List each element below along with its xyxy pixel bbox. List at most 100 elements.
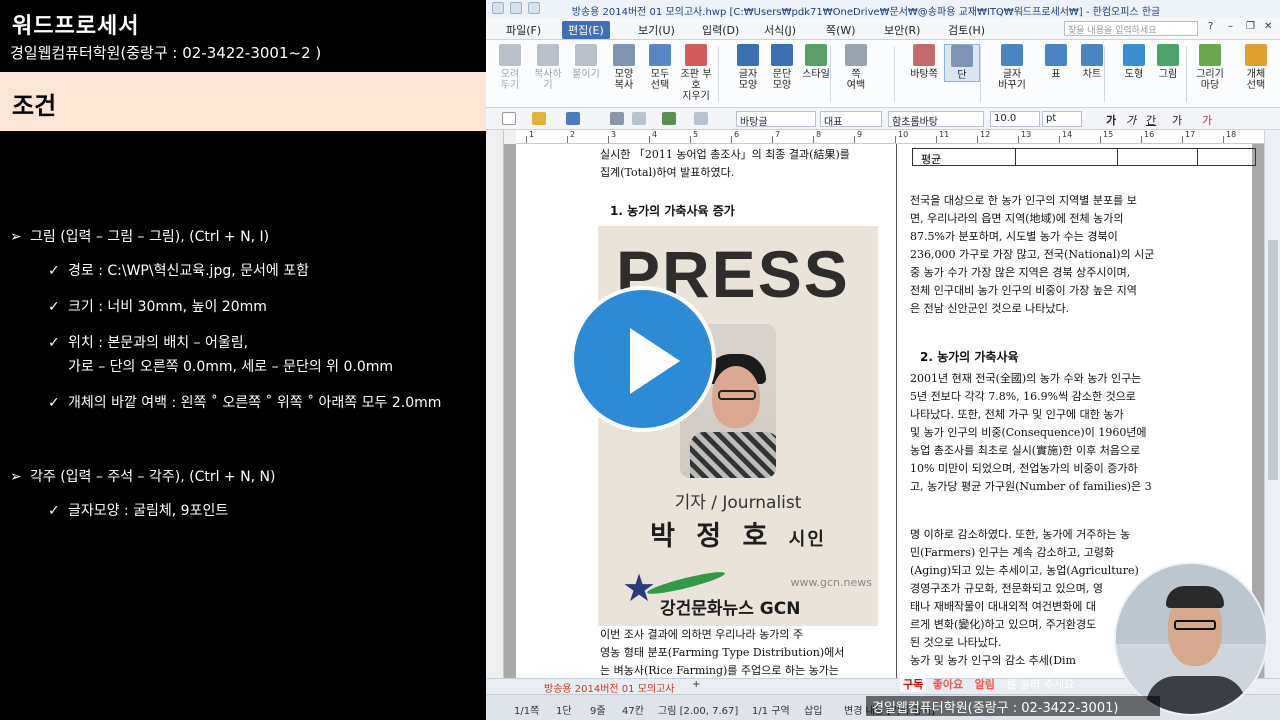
font-size-input[interactable]: 10.0 [990, 111, 1040, 127]
save-icon[interactable] [566, 112, 580, 125]
menu-review[interactable]: 검토(H) [942, 21, 991, 39]
ribbon-button-5[interactable]: 조판 부호 지우기 [678, 44, 714, 102]
screen: 워드프로세서 경일웹컴퓨터학원(중랑구 : 02-3422-3001~2 ) 조… [0, 0, 1280, 720]
ribbon-button-6[interactable]: 글자 모양 [730, 44, 766, 91]
subscribe-check[interactable]: 구독 [900, 676, 927, 692]
text-line: 236,000 가구로 가장 많고, 전국(National)의 시군 [910, 248, 1155, 261]
add-tab-button[interactable]: + [692, 679, 700, 690]
like-label[interactable]: 좋아요 [933, 678, 963, 691]
italic-button[interactable]: 가 [1126, 112, 1136, 128]
style-select[interactable]: 바탕글 [736, 111, 816, 127]
ribbon-icon [649, 44, 671, 66]
menu-page[interactable]: 쪽(W) [820, 21, 862, 39]
text-line: 민(Farmers) 인구는 계속 감소하고, 고령화 [910, 546, 1115, 559]
condition-sub-text: 크기 : 너비 30mm, 높이 20mm [68, 299, 267, 315]
underline-button[interactable]: 간 [1146, 112, 1156, 128]
ribbon-button-1[interactable]: 복사하기 [530, 44, 566, 91]
text-line: 영농 형태 분포(Farming Type Distribution)에서 [600, 646, 845, 659]
condition-sub-continuation: 가로 – 단의 오른쪽 0.0mm, 세로 – 문단의 위 0.0mm [68, 359, 394, 375]
ribbon-label: 도형 [1124, 69, 1144, 80]
bold-button[interactable]: 가 [1106, 112, 1116, 128]
ribbon-label: 조판 부호 지우기 [680, 69, 712, 102]
redo-icon[interactable] [528, 2, 540, 14]
print-icon[interactable] [610, 112, 624, 125]
vertical-scrollbar[interactable] [1264, 130, 1280, 678]
after-image-paragraph: 이번 조사 결과에 의하면 우리나라 농가의 주 영농 형태 분포(Farmin… [600, 626, 896, 678]
ribbon-icon [771, 44, 793, 66]
menu-file[interactable]: 파일(F) [500, 21, 547, 39]
condition-sub: ✓ 글자모양 : 굴림체, 9포인트 [10, 502, 486, 520]
undo-icon[interactable] [662, 112, 676, 125]
condition-item-footnote: ➢ 각주 (입력 – 주석 – 각주), (Ctrl + N, N) [10, 468, 486, 486]
subscribe-extra: 를 눌러 주세요 [1006, 678, 1075, 691]
ruler-tick [1059, 136, 1060, 143]
font-select[interactable]: 함초롬바탕 [888, 111, 984, 127]
status-insert-mode[interactable]: 삽입 [804, 702, 822, 717]
language-select[interactable]: 대표 [820, 111, 882, 127]
ruler-number: 13 [1021, 130, 1032, 139]
ribbon-label: 오려 두기 [500, 69, 520, 91]
ribbon-button-16[interactable]: 그림 [1150, 44, 1186, 80]
status-line: 9줄 [590, 706, 606, 717]
minimize-icon[interactable]: – [1228, 21, 1233, 32]
ribbon-button-15[interactable]: 도형 [1116, 44, 1152, 80]
ribbon-label: 개체 선택 [1246, 69, 1266, 91]
strike-button[interactable]: 가 [1172, 112, 1182, 128]
help-icon[interactable]: ? [1208, 21, 1213, 32]
ribbon-button-8[interactable]: 스타일 [798, 44, 834, 80]
horizontal-ruler[interactable]: 1 2 3 4 5 6 7 8 9 10 11 12 13 14 15 16 17 18 [516, 130, 1274, 144]
ribbon-icon [1157, 44, 1179, 66]
ribbon-button-3[interactable]: 모양 복사 [606, 44, 642, 91]
menu-security[interactable]: 보안(R) [878, 21, 926, 39]
restore-icon[interactable]: ❐ [1246, 21, 1255, 32]
undo-icon[interactable] [510, 2, 522, 14]
help-search-input[interactable]: 찾을 내용을 입력하세요 [1064, 21, 1198, 36]
video-play-button[interactable] [570, 286, 716, 432]
preview-icon[interactable] [632, 112, 646, 125]
press-role: 기자 / Journalist [674, 493, 802, 513]
ruler-number: 16 [1144, 130, 1155, 139]
bell-label[interactable]: 알림 [975, 678, 995, 691]
menu-view[interactable]: 보기(U) [632, 21, 681, 39]
ruler-tick [813, 136, 814, 143]
press-name-suffix: 시인 [788, 529, 826, 550]
ribbon-icon [499, 44, 521, 66]
press-name: 박 정 호 시인 [598, 514, 878, 553]
condition-text: 각주 (입력 – 주석 – 각주), (Ctrl + N, N) [30, 469, 276, 485]
ribbon-button-9[interactable]: 쪽 여백 [838, 44, 874, 91]
ruler-tick [567, 136, 568, 143]
ruler-tick [936, 136, 937, 143]
save-icon[interactable] [492, 2, 504, 14]
ruler-number: 1 [529, 130, 535, 139]
menu-edit[interactable]: 편집(E) [562, 21, 610, 39]
document-tab[interactable]: 방송용 2014버전 01 모의고사 [538, 680, 681, 695]
table-fragment[interactable]: 평균 [912, 148, 1256, 166]
ribbon-button-18[interactable]: 개체 선택 [1238, 44, 1274, 91]
ribbon-button-10[interactable]: 바탕쪽 [906, 44, 942, 80]
menu-insert[interactable]: 입력(D) [696, 21, 745, 39]
open-folder-icon[interactable] [532, 112, 546, 125]
ribbon-button-7[interactable]: 문단 모양 [764, 44, 800, 91]
redo-icon[interactable] [694, 112, 708, 125]
ribbon-button-2[interactable]: 붙이기 [568, 44, 604, 80]
ruler-tick [977, 136, 978, 143]
ribbon-button-17[interactable]: 그리기마당 [1192, 44, 1228, 91]
ribbon-button-11[interactable]: 단 [944, 44, 980, 82]
scrollbar-thumb[interactable] [1268, 240, 1278, 480]
ribbon-button-4[interactable]: 모두 선택 [642, 44, 678, 91]
ribbon-button-12[interactable]: 글자 바꾸기 [994, 44, 1030, 91]
close-icon[interactable]: ✕ [1264, 21, 1272, 32]
font-color-button[interactable]: 가 [1202, 112, 1212, 128]
intro-paragraph: 실시한 「2011 농어업 총조사」의 최종 결과(結果)를 집계(Total)… [600, 146, 896, 182]
ribbon-icon [913, 44, 935, 66]
text-line: 중 농가 수가 가장 많은 지역은 경북 상주시이며, [910, 266, 1131, 279]
new-doc-icon[interactable] [502, 112, 516, 125]
check-icon: ✓ [48, 503, 60, 519]
ribbon-button-0[interactable]: 오려 두기 [492, 44, 528, 91]
unit-select[interactable]: pt [1042, 111, 1082, 127]
ribbon-icon [1045, 44, 1067, 66]
ribbon-button-13[interactable]: 표 [1038, 44, 1074, 80]
ribbon-separator [1104, 46, 1105, 102]
condition-title: 조건 [12, 92, 57, 120]
menu-format[interactable]: 서식(J) [758, 21, 802, 39]
